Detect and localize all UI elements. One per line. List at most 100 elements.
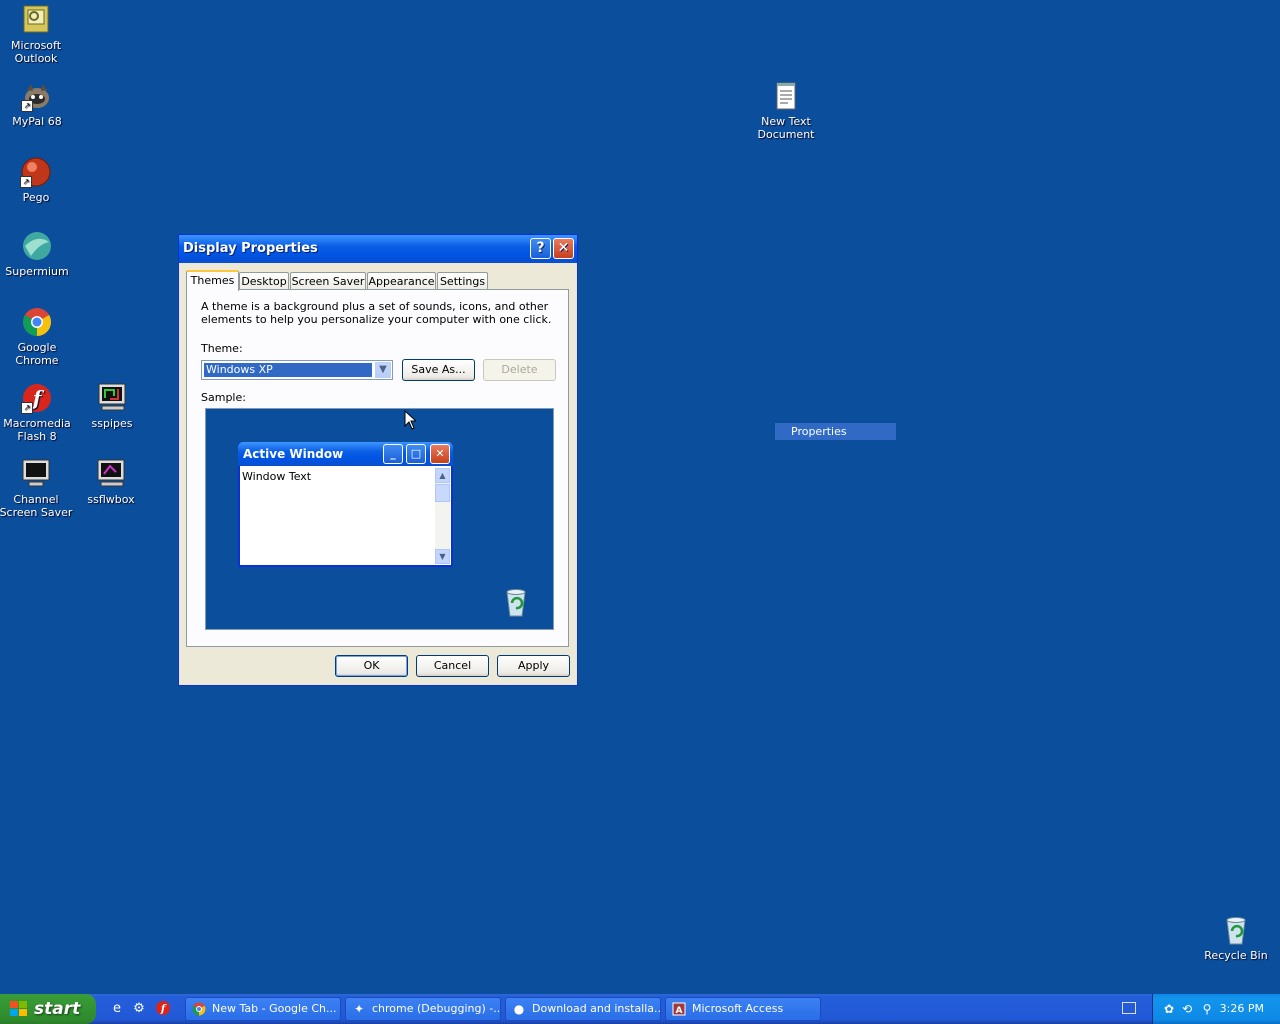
taskbar: start e ⚙ f New Tab - Google Ch... ✦ chr…	[0, 994, 1280, 1024]
chevron-down-icon[interactable]: ▼	[375, 362, 391, 378]
quicklaunch-app-icon[interactable]: ⚙	[130, 1000, 148, 1018]
shortcut-arrow-icon: ↗	[21, 100, 33, 112]
sample-window-title: Active Window _ □ ✕	[238, 442, 453, 466]
desktop-icon-label: Microsoft Outlook	[10, 39, 62, 65]
supermium-icon	[21, 230, 53, 262]
sample-window-text: Window Text	[242, 470, 312, 483]
desktop-icon-label: Channel Screen Saver	[0, 493, 73, 519]
desktop-icon-label: sspipes	[91, 417, 133, 430]
desktop-icon-pego[interactable]: ↗ Pego	[0, 156, 74, 204]
tab-themes[interactable]: Themes	[186, 270, 239, 291]
chrome-icon	[192, 1002, 206, 1016]
shortcut-arrow-icon: ↗	[21, 402, 33, 414]
quicklaunch-ie-icon[interactable]: e	[108, 1000, 126, 1018]
debugger-icon: ✦	[353, 1002, 365, 1016]
desktop-icon-label: Google Chrome	[15, 341, 59, 367]
theme-label: Theme:	[201, 342, 243, 355]
display-properties-dialog: Display Properties ? ✕ Themes Desktop Sc…	[178, 234, 578, 686]
desktop-icon-outlook[interactable]: Microsoft Outlook	[0, 4, 74, 65]
clock[interactable]: 3:26 PM	[1220, 994, 1264, 1024]
dialog-title: Display Properties	[183, 241, 318, 256]
scroll-up-icon: ▲	[435, 468, 450, 483]
desktop-icon-label: Macromedia Flash 8	[3, 417, 71, 443]
outlook-icon	[20, 4, 52, 36]
desktop-icon-channel-screen-saver[interactable]: Channel Screen Saver	[0, 458, 74, 519]
system-tray: ✿ ⟲ ⚲ 3:26 PM	[1152, 994, 1280, 1024]
theme-sample-preview: Active Window _ □ ✕ Window Text ▲ ▼	[205, 408, 554, 630]
desktop-icon-label: Recycle Bin	[1204, 949, 1268, 962]
themes-panel: A theme is a background plus a set of so…	[186, 289, 569, 647]
recycle-bin-icon	[502, 587, 530, 617]
dialog-title-bar[interactable]: Display Properties ? ✕	[179, 235, 577, 263]
tab-screen-saver[interactable]: Screen Saver	[290, 272, 366, 290]
desktop-icon-new-text-document[interactable]: New Text Document	[748, 80, 824, 141]
task-chrome-debugging[interactable]: ✦ chrome (Debugging) -...	[345, 997, 501, 1021]
sample-window-title-text: Active Window	[243, 447, 344, 461]
maximize-icon: □	[406, 444, 426, 464]
desktop-icon-label: MyPal 68	[12, 115, 62, 128]
help-button[interactable]: ?	[530, 238, 551, 259]
close-icon: ✕	[430, 444, 450, 464]
theme-select[interactable]: Windows XP ▼	[201, 360, 393, 380]
scroll-thumb	[435, 484, 450, 502]
tray-network-icon[interactable]: ⟲	[1179, 1001, 1195, 1017]
task-label: New Tab - Google Ch...	[212, 1002, 337, 1015]
desktop-icon-ssflwbox[interactable]: ssflwbox	[73, 458, 149, 506]
flash-icon: f ↗	[21, 382, 53, 414]
themes-description: A theme is a background plus a set of so…	[201, 300, 552, 326]
desktop-icon-supermium[interactable]: Supermium	[0, 230, 75, 278]
svg-text:A: A	[676, 1006, 683, 1016]
task-new-tab-chrome[interactable]: New Tab - Google Ch...	[185, 997, 341, 1021]
close-button[interactable]: ✕	[553, 238, 574, 259]
desktop-icon-label: ssflwbox	[87, 493, 135, 506]
tray-app-icon[interactable]: ✿	[1161, 1001, 1177, 1017]
sample-scrollbar: ▲ ▼	[435, 468, 450, 564]
task-microsoft-access[interactable]: A Microsoft Access	[665, 997, 821, 1021]
shortcut-arrow-icon: ↗	[20, 176, 32, 188]
access-icon: A	[672, 1002, 686, 1016]
desktop-icon-recycle-bin[interactable]: Recycle Bin	[1198, 914, 1274, 962]
theme-select-value: Windows XP	[204, 363, 372, 377]
desktop-icon-sspipes[interactable]: sspipes	[74, 382, 150, 430]
delete-button[interactable]: Delete	[483, 359, 556, 381]
monitor-icon	[20, 458, 52, 490]
start-button[interactable]: start	[0, 994, 96, 1024]
quicklaunch-flash-icon[interactable]: f	[154, 1000, 172, 1018]
start-label: start	[34, 999, 81, 1019]
save-as-button[interactable]: Save As...	[402, 359, 475, 381]
pego-icon: ↗	[20, 156, 52, 188]
monitor-icon	[96, 382, 128, 414]
cancel-button[interactable]: Cancel	[416, 655, 489, 677]
tab-settings[interactable]: Settings	[437, 272, 488, 290]
mypal-icon: ●	[513, 1002, 525, 1016]
help-icon: ?	[536, 240, 545, 256]
desktop-icon-label: Supermium	[5, 265, 69, 278]
sample-active-window: Active Window _ □ ✕ Window Text ▲ ▼	[238, 442, 453, 567]
keyboard-icon[interactable]	[1122, 1002, 1136, 1014]
desktop-icon-mypal[interactable]: ↗ MyPal 68	[0, 80, 75, 128]
apply-button[interactable]: Apply	[497, 655, 570, 677]
tab-appearance[interactable]: Appearance	[367, 272, 436, 290]
task-download-and-install[interactable]: ● Download and installa...	[505, 997, 661, 1021]
tray-search-icon[interactable]: ⚲	[1199, 1001, 1215, 1017]
task-label: Microsoft Access	[692, 1002, 784, 1015]
close-icon: ✕	[557, 240, 570, 256]
desktop-icon-flash[interactable]: f ↗ Macromedia Flash 8	[0, 382, 75, 443]
desktop-icon-label: Pego	[22, 191, 50, 204]
text-document-icon	[770, 80, 802, 112]
task-label: Download and installa...	[532, 1002, 661, 1015]
mouse-cursor-icon	[404, 409, 418, 430]
ok-button[interactable]: OK	[335, 655, 408, 677]
desktop-icon-label: New Text Document	[757, 115, 815, 141]
desktop-icon-chrome[interactable]: Google Chrome	[0, 306, 75, 367]
monitor-icon	[95, 458, 127, 490]
tab-desktop[interactable]: Desktop	[239, 272, 289, 290]
recycle-bin-icon	[1220, 914, 1252, 946]
chrome-icon	[21, 306, 53, 338]
context-menu-item-properties[interactable]: Properties	[775, 423, 896, 440]
sample-label: Sample:	[201, 391, 246, 404]
minimize-icon: _	[383, 444, 403, 464]
windows-flag-icon	[10, 1001, 28, 1017]
task-label: chrome (Debugging) -...	[372, 1002, 501, 1015]
scroll-down-icon: ▼	[435, 549, 450, 564]
